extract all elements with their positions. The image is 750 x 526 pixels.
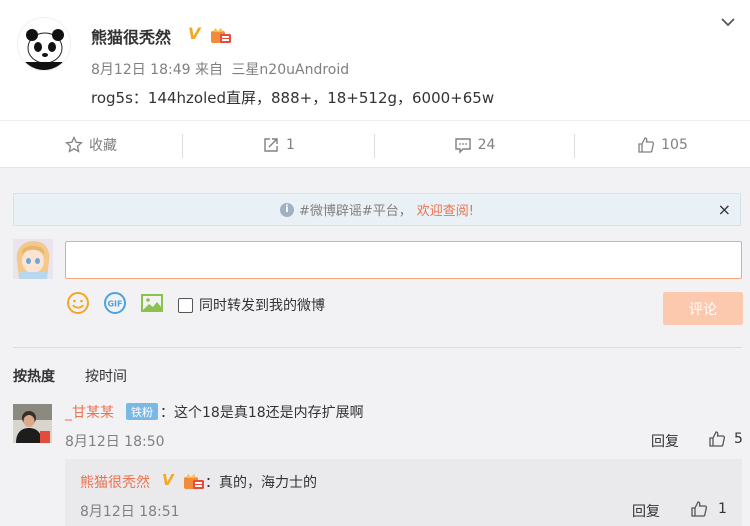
repost-checkbox[interactable] xyxy=(178,297,193,313)
repost-button[interactable]: 1 xyxy=(183,121,374,169)
author-avatar[interactable] xyxy=(17,17,71,71)
emoji-icon[interactable] xyxy=(66,291,90,315)
post-from-label: 来自 xyxy=(194,62,223,78)
thumbs-up-icon xyxy=(638,137,655,153)
thumbs-up-icon[interactable] xyxy=(708,430,726,448)
image-icon[interactable] xyxy=(140,291,164,315)
comment-button[interactable]: 24 xyxy=(375,121,574,169)
sort-by-hot-tab[interactable]: 按热度 xyxy=(13,366,55,386)
commenter-avatar[interactable] xyxy=(13,404,52,443)
comment-icon xyxy=(454,138,471,154)
member-crown-icon xyxy=(211,28,231,43)
gif-icon[interactable]: GIF xyxy=(103,291,127,315)
sort-by-time-tab[interactable]: 按时间 xyxy=(85,366,127,386)
member-crown-icon xyxy=(184,474,204,489)
comment-count: 24 xyxy=(477,137,496,153)
fan-badge[interactable]: 铁粉 xyxy=(126,403,158,420)
submit-comment-button[interactable]: 评论 xyxy=(663,292,743,325)
close-icon[interactable]: × xyxy=(718,200,731,219)
weibo-post: 熊猫很秃然 V 8月12日 18:49 来自 三星n20uAndroid rog… xyxy=(0,0,750,120)
sub-reply-author[interactable]: 熊猫很秃然 xyxy=(80,472,150,492)
chevron-down-icon[interactable] xyxy=(720,14,736,30)
comment-like-count: 5 xyxy=(734,431,743,447)
comment-input[interactable] xyxy=(65,241,742,279)
like-count: 105 xyxy=(661,137,688,153)
verified-v-icon: V xyxy=(188,24,201,43)
notice-text[interactable]: #微博辟谣#平台， xyxy=(299,200,412,219)
post-action-bar: 收藏 1 24 105 xyxy=(0,120,750,168)
gif-icon-label: GIF xyxy=(107,300,122,309)
comment-reply-button[interactable]: 回复 xyxy=(651,431,679,451)
thumbs-up-icon[interactable] xyxy=(690,500,708,518)
comment-author[interactable]: _甘某某 xyxy=(65,402,114,422)
post-time[interactable]: 8月12日 18:49 xyxy=(91,62,191,78)
verified-v-icon: V xyxy=(162,471,174,489)
repost-to-weibo-option[interactable]: 同时转发到我的微博 xyxy=(178,295,325,315)
post-source[interactable]: 三星n20uAndroid xyxy=(231,62,349,78)
repost-count: 1 xyxy=(286,137,295,153)
favorite-button[interactable]: 收藏 xyxy=(0,121,182,169)
repost-icon xyxy=(264,138,278,152)
info-icon: i xyxy=(279,202,294,217)
sub-reply-reply-button[interactable]: 回复 xyxy=(632,501,660,521)
current-user-avatar[interactable] xyxy=(13,239,53,279)
sub-reply-text: ：真的，海力士的 xyxy=(205,475,317,491)
rumor-notice-banner: i #微博辟谣#平台， 欢迎查阅! × xyxy=(13,193,741,226)
sub-reply-like-count: 1 xyxy=(718,501,727,517)
star-icon xyxy=(65,136,83,153)
favorite-label: 收藏 xyxy=(89,138,117,154)
like-button[interactable]: 105 xyxy=(575,121,750,169)
section-divider xyxy=(13,347,742,348)
repost-checkbox-label: 同时转发到我的微博 xyxy=(199,298,325,314)
post-meta: 8月12日 18:49 来自 三星n20uAndroid xyxy=(91,59,349,79)
sub-reply-time: 8月12日 18:51 xyxy=(80,504,180,520)
comment-time: 8月12日 18:50 xyxy=(65,434,165,450)
post-content: rog5s：144hzoled直屏，888+，18+512g，6000+65w xyxy=(91,89,495,107)
notice-link[interactable]: 欢迎查阅! xyxy=(417,200,474,219)
comment-text: ：这个18是真18还是内存扩展啊 xyxy=(160,405,364,421)
post-author[interactable]: 熊猫很秃然 xyxy=(91,24,171,48)
